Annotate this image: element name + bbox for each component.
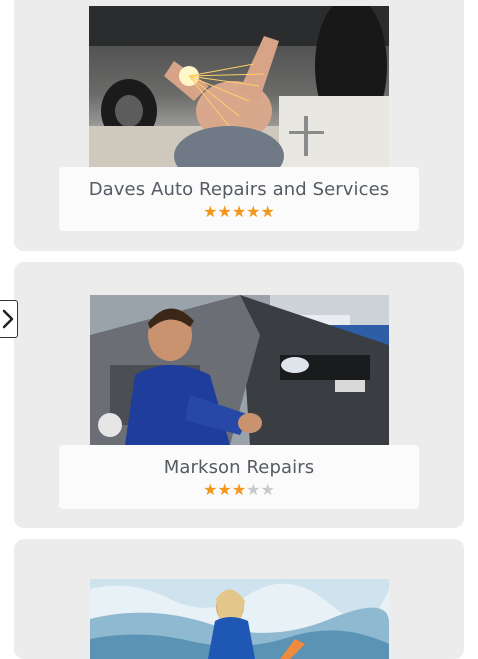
rating-stars: ★★★★★: [59, 481, 419, 499]
listing-title[interactable]: Daves Auto Repairs and Services: [59, 179, 419, 201]
listing-photo: [90, 295, 389, 445]
mechanic-photo: [90, 295, 389, 445]
star-empty-icon: ★: [246, 480, 261, 499]
star-filled-icon: ★: [217, 480, 232, 499]
listing-info[interactable]: Daves Auto Repairs and Services ★★★★★: [59, 167, 419, 231]
surfer-photo: [90, 579, 389, 659]
star-filled-icon: ★: [260, 202, 275, 221]
listing-photo: [89, 6, 389, 167]
chevron-right-icon: [2, 309, 14, 329]
listing-card[interactable]: [14, 539, 464, 659]
star-filled-icon: ★: [231, 480, 247, 499]
listing-card[interactable]: Markson Repairs ★★★★★: [14, 262, 464, 528]
star-filled-icon: ★: [217, 202, 232, 221]
star-filled-icon: ★: [231, 202, 247, 221]
star-filled-icon: ★: [203, 480, 218, 499]
listing-card[interactable]: Daves Auto Repairs and Services ★★★★★: [14, 0, 464, 251]
star-filled-icon: ★: [203, 202, 218, 221]
star-filled-icon: ★: [246, 202, 261, 221]
listing-photo: [90, 579, 389, 659]
next-button[interactable]: [0, 300, 18, 338]
star-empty-icon: ★: [260, 480, 275, 499]
listing-title[interactable]: Markson Repairs: [59, 457, 419, 479]
listing-info[interactable]: Markson Repairs ★★★★★: [59, 445, 419, 509]
mechanic-photo: [89, 6, 389, 167]
rating-stars: ★★★★★: [59, 203, 419, 221]
